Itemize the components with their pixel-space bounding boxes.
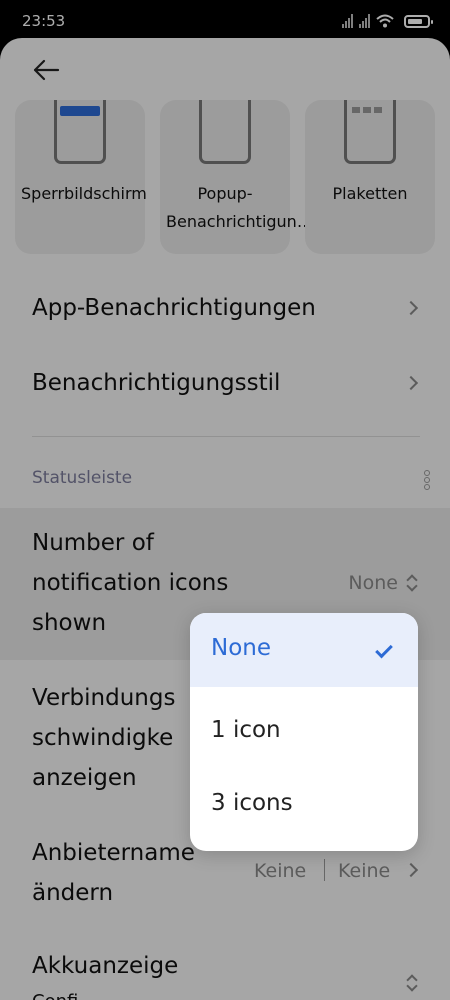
- icons-count-dropdown: None 1 icon 3 icons: [190, 613, 418, 851]
- option-1-icon[interactable]: 1 icon: [190, 695, 418, 769]
- option-3-icons[interactable]: 3 icons: [190, 768, 418, 842]
- check-icon: [375, 640, 393, 659]
- option-label: 3 icons: [211, 790, 293, 816]
- option-none[interactable]: None: [190, 613, 418, 687]
- option-label: 1 icon: [211, 717, 281, 743]
- option-label: None: [211, 635, 272, 661]
